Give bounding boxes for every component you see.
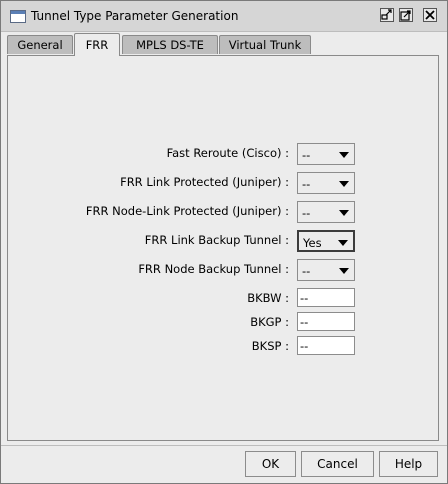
form-row-frr-node-link-protected: FRR Node-Link Protected (Juniper) : --: [1, 201, 447, 223]
bksp-field[interactable]: --: [297, 336, 355, 355]
frr-node-backup-tunnel-label: FRR Node Backup Tunnel :: [138, 262, 289, 276]
frr-node-backup-tunnel-dropdown[interactable]: --: [297, 259, 355, 281]
close-icon[interactable]: [423, 8, 437, 22]
maximize-icon[interactable]: [399, 8, 413, 22]
frr-link-backup-tunnel-label: FRR Link Backup Tunnel :: [144, 233, 289, 247]
form-row-frr-link-protected: FRR Link Protected (Juniper) : --: [1, 172, 447, 194]
form-row-bkgp: BKGP : --: [1, 312, 447, 334]
frr-link-backup-tunnel-dropdown[interactable]: Yes: [297, 230, 355, 252]
dropdown-value: --: [302, 264, 311, 278]
bkbw-field[interactable]: --: [297, 288, 355, 307]
form-row-frr-link-backup-tunnel: FRR Link Backup Tunnel : Yes: [1, 230, 447, 252]
title-bar[interactable]: Tunnel Type Parameter Generation: [1, 1, 447, 32]
dropdown-value: --: [302, 177, 311, 191]
dropdown-value: Yes: [303, 236, 322, 250]
bkgp-field[interactable]: --: [297, 312, 355, 331]
form-row-fast-reroute: Fast Reroute (Cisco) : --: [1, 143, 447, 165]
chevron-down-icon: [339, 152, 349, 158]
frr-node-link-protected-dropdown[interactable]: --: [297, 201, 355, 223]
help-button[interactable]: Help: [379, 451, 438, 477]
bkbw-label: BKBW :: [247, 291, 289, 305]
fast-reroute-dropdown[interactable]: --: [297, 143, 355, 165]
tab-frr[interactable]: FRR: [74, 33, 120, 56]
form-row-frr-node-backup-tunnel: FRR Node Backup Tunnel : --: [1, 259, 447, 281]
tab-mpls-ds-te[interactable]: MPLS DS-TE: [122, 35, 218, 54]
dialog-window: Tunnel Type Parameter Generation General…: [0, 0, 448, 484]
chevron-down-icon: [339, 268, 349, 274]
bksp-label: BKSP :: [251, 339, 289, 353]
form-row-bkbw: BKBW : --: [1, 288, 447, 310]
frr-link-protected-dropdown[interactable]: --: [297, 172, 355, 194]
dropdown-value: --: [302, 148, 311, 162]
window-title: Tunnel Type Parameter Generation: [31, 9, 239, 23]
cancel-button[interactable]: Cancel: [301, 451, 374, 477]
tab-virtual-trunk[interactable]: Virtual Trunk: [219, 35, 311, 54]
tab-general[interactable]: General: [7, 35, 73, 54]
iconify-icon[interactable]: [380, 8, 394, 22]
frr-node-link-protected-label: FRR Node-Link Protected (Juniper) :: [85, 204, 289, 218]
fast-reroute-label: Fast Reroute (Cisco) :: [166, 146, 289, 160]
chevron-down-icon: [339, 181, 349, 187]
tab-strip: General FRR MPLS DS-TE Virtual Trunk: [7, 33, 441, 56]
window-icon: [10, 10, 26, 23]
chevron-down-icon: [338, 240, 348, 246]
frr-link-protected-label: FRR Link Protected (Juniper) :: [120, 175, 289, 189]
ok-button[interactable]: OK: [245, 451, 296, 477]
button-bar-divider: [1, 445, 447, 446]
dropdown-value: --: [302, 206, 311, 220]
bkgp-label: BKGP :: [250, 315, 289, 329]
chevron-down-icon: [339, 210, 349, 216]
form-row-bksp: BKSP : --: [1, 336, 447, 358]
